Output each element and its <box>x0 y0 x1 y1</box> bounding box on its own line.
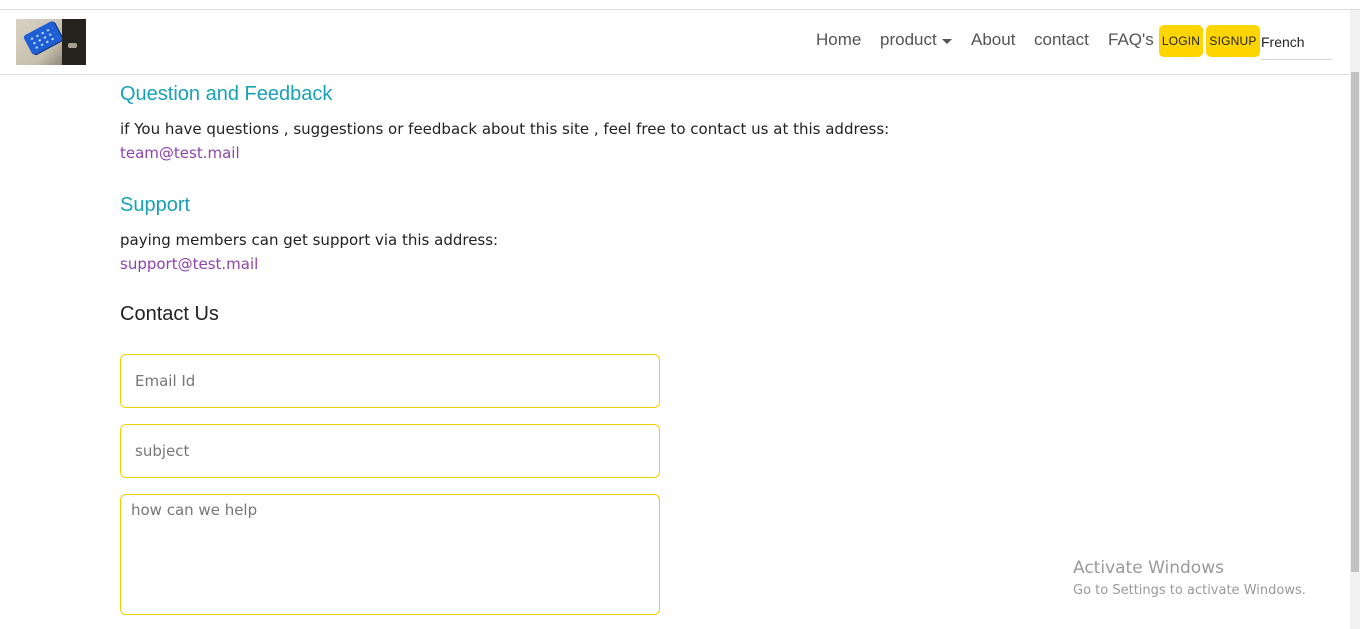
activate-windows-title: Activate Windows <box>1073 558 1224 578</box>
subject-field[interactable] <box>120 424 660 478</box>
nav-product-dropdown[interactable]: product <box>880 30 952 50</box>
support-text: paying members can get support via this … <box>120 231 499 249</box>
scrollbar-thumb[interactable] <box>1351 72 1359 572</box>
support-heading: Support <box>120 194 191 216</box>
activate-windows-subtitle: Go to Settings to activate Windows. <box>1073 583 1306 598</box>
email-field[interactable] <box>120 354 660 408</box>
payment-terminal-logo-icon[interactable] <box>16 19 86 65</box>
nav-faq-link[interactable]: FAQ's <box>1108 30 1154 50</box>
feedback-heading: Question and Feedback <box>120 83 333 105</box>
signup-button[interactable]: SIGNUP <box>1206 25 1260 57</box>
nav-product-label: product <box>880 30 937 49</box>
message-field[interactable] <box>120 494 660 615</box>
team-email-link[interactable]: team@test.mail <box>120 144 240 162</box>
login-button[interactable]: LOGIN <box>1159 25 1203 57</box>
navbar: Home product About contact FAQ's LOGIN S… <box>0 10 1350 75</box>
nav-home-link[interactable]: Home <box>816 30 861 50</box>
contact-page: Home product About contact FAQ's LOGIN S… <box>0 0 1360 629</box>
support-email-link[interactable]: support@test.mail <box>120 255 258 273</box>
caret-down-icon <box>941 39 952 45</box>
language-select[interactable]: French <box>1261 32 1333 60</box>
nav-about-link[interactable]: About <box>971 30 1015 50</box>
logo-dark-panel <box>62 19 86 65</box>
feedback-text: if You have questions , suggestions or f… <box>120 120 890 138</box>
card-reader-pad <box>22 20 64 56</box>
nav-contact-link[interactable]: contact <box>1034 30 1089 50</box>
contact-us-heading: Contact Us <box>120 303 219 325</box>
page-scrollbar[interactable] <box>1350 10 1360 629</box>
